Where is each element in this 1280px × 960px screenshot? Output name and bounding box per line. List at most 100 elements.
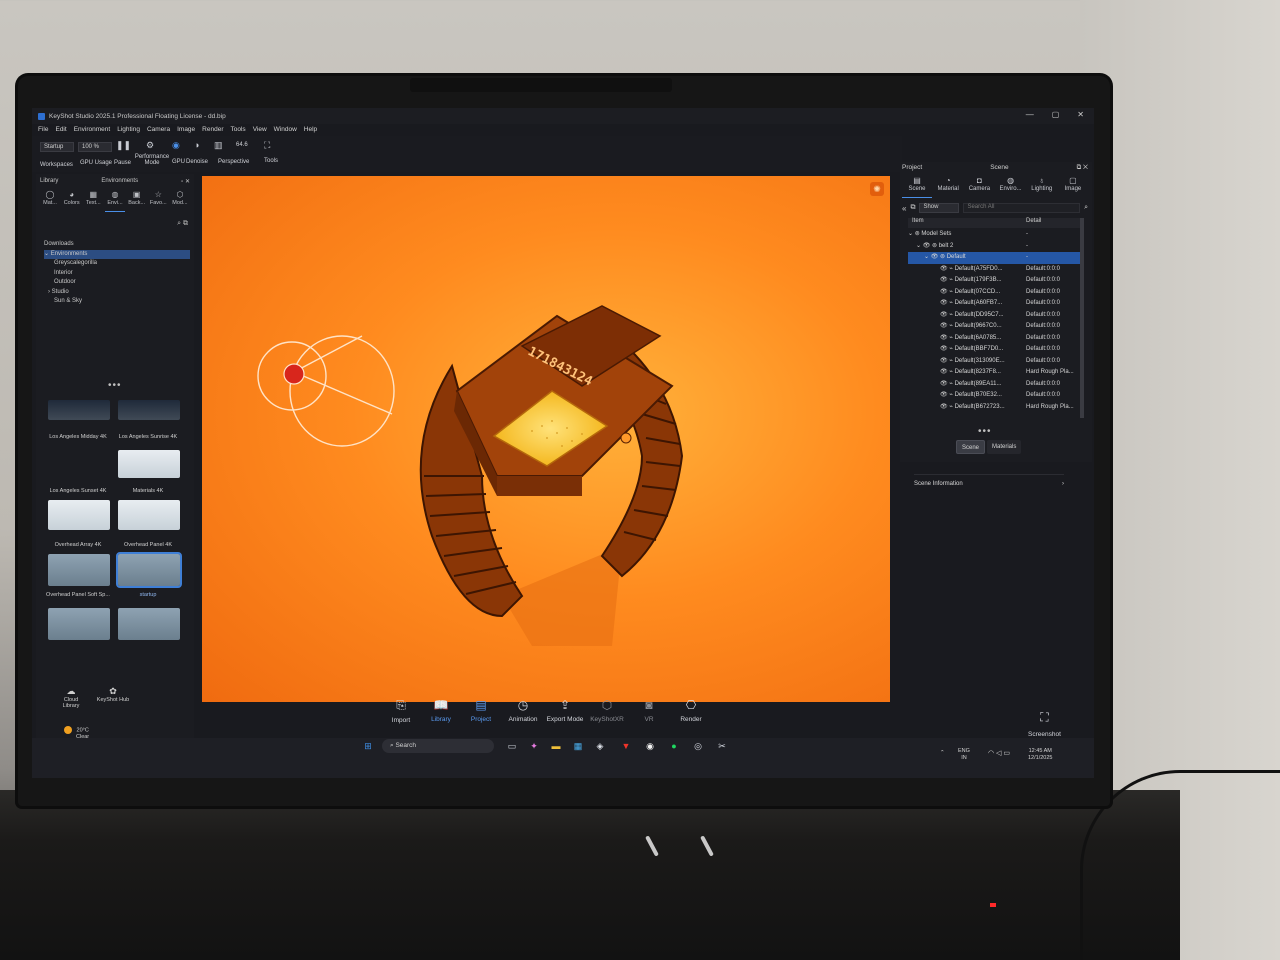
menu-environment[interactable]: Environment bbox=[74, 126, 111, 133]
table-row[interactable]: 👁 ⌁ Default(BBF7D0... Default:0:0:0 bbox=[908, 344, 1082, 356]
panel-close-icon[interactable]: ▫ ✕ bbox=[181, 178, 190, 185]
copilot-icon[interactable]: ✦ bbox=[528, 740, 540, 752]
pause-toggle[interactable]: ❚❚ bbox=[116, 140, 131, 154]
tree-item-outdoor[interactable]: Outdoor bbox=[44, 278, 190, 288]
viewport-settings-icon[interactable]: ✺ bbox=[870, 182, 884, 196]
file-explorer-icon[interactable]: ▬ bbox=[550, 740, 562, 752]
app-icon[interactable]: ◈ bbox=[594, 740, 606, 752]
scene-information-row[interactable]: Scene Information › bbox=[914, 474, 1064, 487]
tray-chevron-icon[interactable]: ⌃ bbox=[940, 750, 945, 757]
zoom-select[interactable]: 100 % bbox=[78, 142, 112, 152]
table-row[interactable]: 👁 ⌁ Default(07CCD... Default:0:0:0 bbox=[908, 287, 1082, 299]
search-icon[interactable]: ⌕ bbox=[1084, 204, 1088, 212]
vr-button[interactable]: ◙ VR bbox=[628, 698, 670, 723]
taskbar-search[interactable]: ⌕ Search bbox=[382, 739, 494, 753]
gpu-toggle[interactable]: ◉ bbox=[172, 140, 180, 154]
network-volume-battery-icons[interactable]: ◠ ◁ ▭ bbox=[988, 750, 1010, 757]
project-button[interactable]: ▤ Project bbox=[460, 698, 502, 723]
table-row[interactable]: 👁 ⌁ Default(8237F8... Hard Rough Pla... bbox=[908, 367, 1082, 379]
language-indicator[interactable]: ENG IN bbox=[958, 748, 970, 762]
tree-item-greyscalegorilla[interactable]: Greyscalegorilla bbox=[44, 259, 190, 269]
tab-colors[interactable]: ◕ Colors bbox=[62, 190, 82, 212]
search-icon[interactable]: ⌕ ⧉ bbox=[177, 220, 188, 228]
performance-toggle[interactable]: ⚙ bbox=[146, 140, 154, 154]
denoise-toggle[interactable]: ◑ bbox=[194, 140, 199, 153]
task-view-icon[interactable]: ▭ bbox=[506, 740, 518, 752]
tree-item-sun-sky[interactable]: Sun & Sky bbox=[44, 297, 190, 307]
tree-item-studio[interactable]: › Studio bbox=[44, 288, 190, 298]
thumb-la-midday[interactable] bbox=[48, 400, 110, 420]
tab-environments[interactable]: ◍ Envi... bbox=[104, 190, 125, 212]
tree-item-interior[interactable]: Interior bbox=[44, 269, 190, 279]
tab-environment[interactable]: ◍ Enviro... bbox=[996, 176, 1026, 198]
tab-models[interactable]: ⬡ Mod... bbox=[170, 190, 190, 212]
tab-materials[interactable]: ◯ Mat... bbox=[40, 190, 60, 212]
thumb-overhead-soft[interactable] bbox=[48, 608, 110, 640]
scene-search-input[interactable]: Search All bbox=[963, 203, 1081, 213]
materials-button[interactable]: Materials bbox=[987, 440, 1022, 454]
scene-button[interactable]: Scene bbox=[956, 440, 986, 454]
table-row[interactable]: ⌄ 👁 ⊚ belt 2- bbox=[908, 241, 1082, 253]
maximize-button[interactable]: ▢ bbox=[1052, 110, 1060, 119]
thumb-la-sunset[interactable] bbox=[48, 500, 110, 530]
thumb-la-sunrise[interactable] bbox=[118, 400, 180, 420]
more-dots-icon[interactable]: ••• bbox=[108, 380, 122, 391]
close-button[interactable]: ✕ bbox=[1077, 110, 1084, 119]
keyshot-taskbar-icon[interactable]: ◎ bbox=[692, 740, 704, 752]
collapse-icon[interactable]: « bbox=[902, 204, 906, 213]
render-button[interactable]: ⎔ Render bbox=[670, 698, 712, 723]
keyshotxr-button[interactable]: ⬡ KeyShotXR bbox=[586, 698, 628, 723]
scrollbar[interactable] bbox=[1080, 218, 1084, 418]
minimize-button[interactable]: — bbox=[1026, 110, 1034, 119]
thumb-overhead-panel[interactable] bbox=[116, 552, 182, 588]
table-row[interactable]: ⌄ 👁 ⊚ Default - bbox=[908, 252, 1082, 264]
menu-tools[interactable]: Tools bbox=[231, 126, 246, 133]
tab-favorites[interactable]: ☆ Favo... bbox=[148, 190, 168, 212]
filter-icon[interactable]: ⧉ bbox=[910, 204, 915, 212]
table-row[interactable]: 👁 ⌁ Default(89EA11... Default:0:0:0 bbox=[908, 379, 1082, 391]
table-row[interactable]: ⌄ ⊚ Model Sets - bbox=[908, 229, 1082, 241]
tree-item-environments[interactable]: ⌄ Environments bbox=[44, 249, 190, 259]
table-row[interactable]: 👁 ⌁ Default(313090E... Default:0:0:0 bbox=[908, 356, 1082, 368]
store-icon[interactable]: ▦ bbox=[572, 740, 584, 752]
brave-icon[interactable]: ▼ bbox=[620, 740, 632, 752]
menu-help[interactable]: Help bbox=[304, 126, 317, 133]
tab-backplates[interactable]: ▣ Back... bbox=[127, 190, 147, 212]
table-row[interactable]: 👁 ⌁ Default(B70E32... Default:0:0:0 bbox=[908, 390, 1082, 402]
table-row[interactable]: 👁 ⌁ Default(9667C0... Default:0:0:0 bbox=[908, 321, 1082, 333]
tab-lighting[interactable]: ♁ Lighting bbox=[1027, 176, 1057, 198]
render-viewport[interactable]: 171843124 ✺ bbox=[202, 176, 890, 702]
table-row[interactable]: 👁 ⌁ Default(179F3B... Default:0:0:0 bbox=[908, 275, 1082, 287]
library-button[interactable]: 📖 Library bbox=[420, 698, 462, 723]
animation-button[interactable]: ◷ Animation bbox=[502, 698, 544, 723]
table-row[interactable]: 👁 ⌁ Default(A75FD0... Default:0:0:0 bbox=[908, 264, 1082, 276]
tab-camera[interactable]: ◘ Camera bbox=[964, 176, 994, 198]
clock[interactable]: 12:45 AM 12/1/2025 bbox=[1028, 748, 1052, 762]
thumb-studio[interactable] bbox=[118, 608, 180, 640]
cloud-library-button[interactable]: ☁ Cloud Library bbox=[56, 686, 86, 709]
menu-view[interactable]: View bbox=[253, 126, 267, 133]
menu-lighting[interactable]: Lighting bbox=[117, 126, 140, 133]
menu-camera[interactable]: Camera bbox=[147, 126, 170, 133]
table-row[interactable]: 👁 ⌁ Default(DD95C7... Default:0:0:0 bbox=[908, 310, 1082, 322]
tree-item-downloads[interactable]: Downloads bbox=[44, 240, 190, 250]
menu-image[interactable]: Image bbox=[177, 126, 195, 133]
show-filter-select[interactable]: Show bbox=[919, 203, 960, 213]
menu-window[interactable]: Window bbox=[274, 126, 297, 133]
panel-close-icon[interactable]: ⧉ ✕ bbox=[1077, 164, 1088, 172]
menu-file[interactable]: File bbox=[38, 126, 48, 133]
table-row[interactable]: 👁 ⌁ Default(6A0785... Default:0:0:0 bbox=[908, 333, 1082, 345]
table-row[interactable]: 👁 ⌁ Default(A60FB7... Default:0:0:0 bbox=[908, 298, 1082, 310]
import-button[interactable]: ⎘ Import bbox=[380, 698, 422, 724]
thumb-overhead-array[interactable] bbox=[48, 554, 110, 586]
tab-image[interactable]: ▢ Image bbox=[1058, 176, 1088, 198]
table-row[interactable]: 👁 ⌁ Default(B672723... Hard Rough Pla... bbox=[908, 402, 1082, 414]
keyshot-hub-button[interactable]: ✿ KeyShot Hub bbox=[96, 686, 130, 703]
weather-widget[interactable]: 20°C Clear bbox=[64, 726, 89, 740]
windows-start-icon[interactable]: ⊞ bbox=[362, 740, 374, 752]
chrome-icon[interactable]: ◉ bbox=[644, 740, 656, 752]
more-dots-icon[interactable]: ••• bbox=[978, 426, 992, 437]
tab-scene[interactable]: ▤ Scene bbox=[902, 176, 932, 198]
screenshot-button[interactable]: ⛶ Screenshot bbox=[1028, 710, 1061, 738]
spotify-icon[interactable]: ● bbox=[668, 740, 680, 752]
